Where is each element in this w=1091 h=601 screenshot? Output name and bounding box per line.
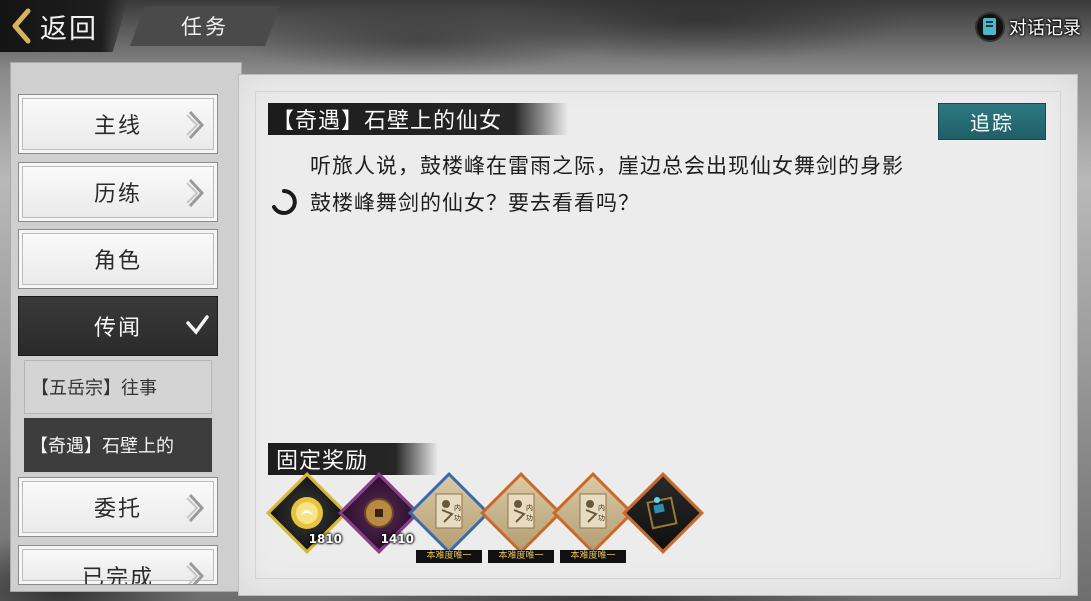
martial-scroll-icon: 内功 <box>432 492 466 536</box>
reward-tag: 本难度唯一 <box>416 550 482 563</box>
objective-text: 鼓楼峰舞剑的仙女？要去看看吗？ <box>310 191 640 215</box>
sub-item-quest-selected[interactable]: 【奇遇】石壁上的 <box>24 418 212 472</box>
quest-title-banner: 【奇遇】石壁上的仙女 <box>268 103 568 135</box>
reward-quantity: 1410 <box>380 532 414 546</box>
page-title: 任务 <box>181 15 229 39</box>
chevron-right-icon <box>185 560 207 584</box>
track-label: 追踪 <box>970 111 1014 135</box>
page-title-tab: 任务 <box>130 6 280 46</box>
dialog-log-label: 对话记录 <box>1009 18 1081 39</box>
svg-text:功: 功 <box>598 513 605 522</box>
reward-title-banner: 固定奖励 <box>268 443 438 475</box>
martial-scroll-icon: 内功 <box>504 492 538 536</box>
svg-text:内: 内 <box>454 503 461 512</box>
sub-item-quest[interactable]: 【五岳宗】往事 <box>24 360 212 414</box>
nav-label: 委托 <box>93 497 142 522</box>
skill-book-icon <box>645 494 681 534</box>
reward-item[interactable]: 内功 本难度唯一 <box>551 471 635 564</box>
chevron-right-icon <box>185 492 207 524</box>
sub-item-label: 【五岳宗】往事 <box>31 378 157 399</box>
nav-label: 传闻 <box>93 316 142 341</box>
martial-scroll-icon: 内功 <box>576 492 610 536</box>
book-icon <box>975 12 1005 42</box>
reward-tag: 本难度唯一 <box>560 550 626 563</box>
reward-item[interactable]: 内功 本难度唯一 <box>407 471 491 564</box>
nav-item-commission[interactable]: 委托 <box>18 477 218 537</box>
nav-item-completed[interactable]: 已完成 <box>18 545 218 585</box>
nav-item-character[interactable]: 角色 <box>18 229 218 289</box>
gold-orb-icon <box>289 495 325 535</box>
reward-item[interactable]: 内功 本难度唯一 <box>479 471 563 564</box>
quest-title: 【奇遇】石壁上的仙女 <box>272 109 503 134</box>
nav-label: 角色 <box>93 249 142 274</box>
chevron-right-icon <box>185 109 207 141</box>
nav-item-training[interactable]: 历练 <box>18 162 218 222</box>
svg-text:功: 功 <box>454 513 461 522</box>
svg-text:内: 内 <box>526 503 533 512</box>
reward-tag: 本难度唯一 <box>488 550 554 563</box>
reward-quantity: 1810 <box>308 532 342 546</box>
dialog-log-button[interactable]: 对话记录 <box>975 10 1081 44</box>
chevron-left-icon <box>6 6 36 46</box>
nav-item-main[interactable]: 主线 <box>18 94 218 154</box>
chevron-right-icon <box>185 177 207 209</box>
checkmark-icon <box>185 313 209 345</box>
reward-item[interactable] <box>621 471 705 564</box>
reward-item[interactable]: 1810 <box>265 471 349 564</box>
reward-item[interactable]: 1410 <box>337 471 421 564</box>
back-label: 返回 <box>40 13 98 45</box>
back-button[interactable]: 返回 <box>0 0 128 52</box>
nav-label: 历练 <box>93 182 142 207</box>
copper-coin-icon <box>363 497 395 533</box>
nav-item-rumors[interactable]: 传闻 <box>18 296 218 356</box>
nav-label: 主线 <box>93 114 142 139</box>
progress-ring-icon <box>270 188 298 216</box>
quest-description: 听旅人说，鼓楼峰在雷雨之际，崖边总会出现仙女舞剑的身影 <box>310 154 904 178</box>
svg-text:功: 功 <box>526 513 533 522</box>
quest-objective: 鼓楼峰舞剑的仙女？要去看看吗？ <box>270 186 640 218</box>
nav-label: 已完成 <box>81 566 154 585</box>
reward-title: 固定奖励 <box>276 449 369 474</box>
sub-item-label: 【奇遇】石壁上的 <box>30 436 174 457</box>
track-button[interactable]: 追踪 <box>938 103 1046 140</box>
svg-text:内: 内 <box>598 503 605 512</box>
top-bar: 返回 任务 对话记录 <box>0 0 1091 56</box>
